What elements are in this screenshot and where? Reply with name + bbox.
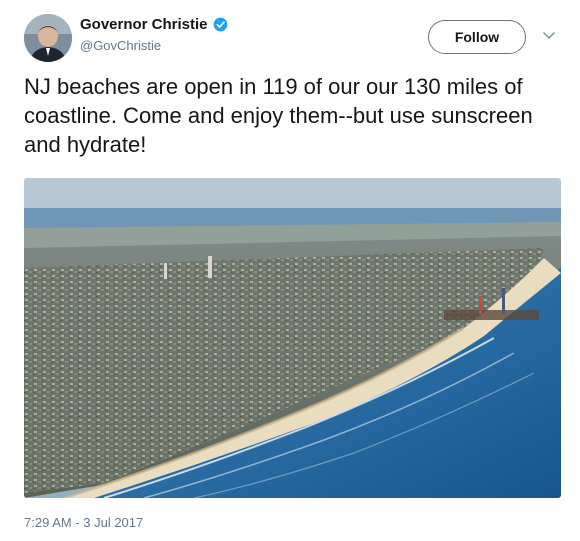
beach-aerial-image xyxy=(24,178,561,498)
chevron-down-icon[interactable] xyxy=(543,32,555,40)
tweet-photo[interactable] xyxy=(24,178,561,498)
avatar[interactable] xyxy=(24,14,72,62)
verified-badge-icon xyxy=(213,17,227,32)
author-name-row: Governor Christie xyxy=(80,16,228,33)
avatar-photo xyxy=(24,14,72,62)
author-handle[interactable]: @GovChristie xyxy=(80,38,161,53)
tweet-timestamp[interactable]: 7:29 AM - 3 Jul 2017 xyxy=(24,515,143,530)
follow-button[interactable]: Follow xyxy=(428,20,526,54)
tweet-text: NJ beaches are open in 119 of our our 13… xyxy=(24,74,533,157)
author-display-name[interactable]: Governor Christie xyxy=(80,16,208,33)
